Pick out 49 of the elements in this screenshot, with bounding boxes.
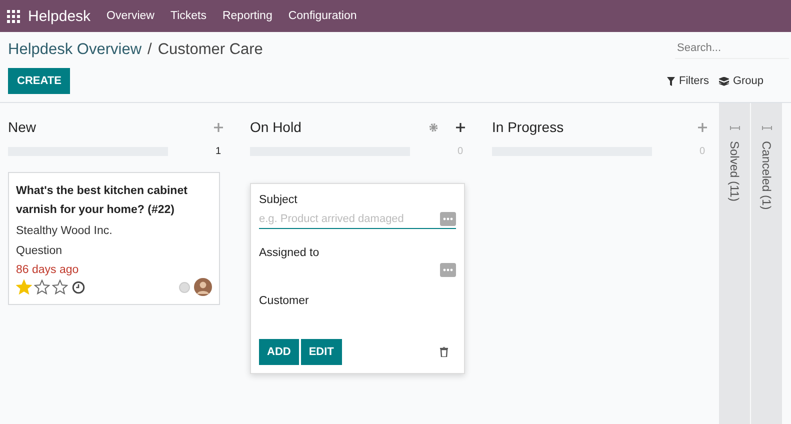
customer-name: Stealthy Wood Inc. bbox=[16, 224, 114, 239]
column-title: In Progress bbox=[492, 119, 565, 135]
clock-icon[interactable] bbox=[72, 280, 85, 294]
folded-column-title: Canceled (1) bbox=[760, 141, 774, 210]
layers-icon bbox=[718, 76, 729, 86]
breadcrumb-current: Customer Care bbox=[158, 41, 263, 59]
star-icon[interactable] bbox=[34, 279, 50, 295]
column-count: 1 bbox=[215, 146, 221, 156]
avatar bbox=[194, 278, 212, 296]
edit-button[interactable]: EDIT bbox=[300, 339, 342, 365]
breadcrumb-separator: / bbox=[148, 41, 152, 59]
filter-icon bbox=[667, 76, 675, 86]
app-title[interactable]: Helpdesk bbox=[28, 8, 91, 24]
column-title: New bbox=[8, 119, 38, 135]
subject-field[interactable]: e.g. Product arrived damaged bbox=[259, 212, 456, 229]
group-by-button[interactable]: Group bbox=[718, 75, 764, 87]
add-icon[interactable] bbox=[456, 122, 465, 132]
more-icon[interactable] bbox=[440, 212, 456, 226]
search-field[interactable]: Search... bbox=[675, 40, 789, 59]
add-button[interactable]: ADD bbox=[259, 339, 299, 365]
status-dot-icon[interactable] bbox=[179, 282, 190, 292]
column-count: 0 bbox=[699, 146, 705, 156]
menu-item[interactable]: Reporting bbox=[222, 10, 272, 22]
breadcrumb-link[interactable]: Helpdesk Overview bbox=[8, 41, 142, 59]
field-label: Subject bbox=[259, 194, 298, 206]
menu-item[interactable]: Tickets bbox=[170, 10, 206, 22]
ticket-card[interactable]: What's the best kitchen cabinet varnish for your home? (#22) Stealthy Wood Inc. Question 86 days ago bbox=[8, 172, 220, 305]
menu-item[interactable]: Configuration bbox=[288, 10, 357, 22]
trash-icon[interactable] bbox=[440, 347, 448, 357]
expand-icon[interactable] bbox=[762, 125, 772, 131]
column-count: 0 bbox=[457, 146, 463, 156]
settings-icon[interactable] bbox=[429, 122, 438, 132]
field-label: Customer bbox=[259, 295, 310, 307]
field-label: Assigned to bbox=[259, 247, 320, 259]
folded-column[interactable]: Canceled (1) bbox=[751, 103, 782, 424]
filters-button[interactable]: Filters bbox=[667, 75, 709, 87]
star-icon[interactable] bbox=[16, 279, 32, 295]
ticket-title: What's the best kitchen cabinet varnish for your home? (#22) bbox=[16, 184, 188, 218]
folded-column-title: Solved (11) bbox=[728, 141, 742, 202]
create-button[interactable]: CREATE bbox=[8, 68, 70, 94]
apps-menu-icon[interactable] bbox=[7, 10, 20, 22]
ticket-type: Question bbox=[16, 244, 64, 259]
column-title: On Hold bbox=[250, 119, 302, 135]
menu-item[interactable]: Overview bbox=[106, 10, 154, 22]
folded-column[interactable]: Solved (11) bbox=[719, 103, 750, 424]
ticket-age: 86 days ago bbox=[16, 264, 80, 276]
star-icon[interactable] bbox=[52, 279, 68, 295]
expand-icon[interactable] bbox=[730, 125, 740, 131]
more-icon[interactable] bbox=[440, 263, 456, 277]
